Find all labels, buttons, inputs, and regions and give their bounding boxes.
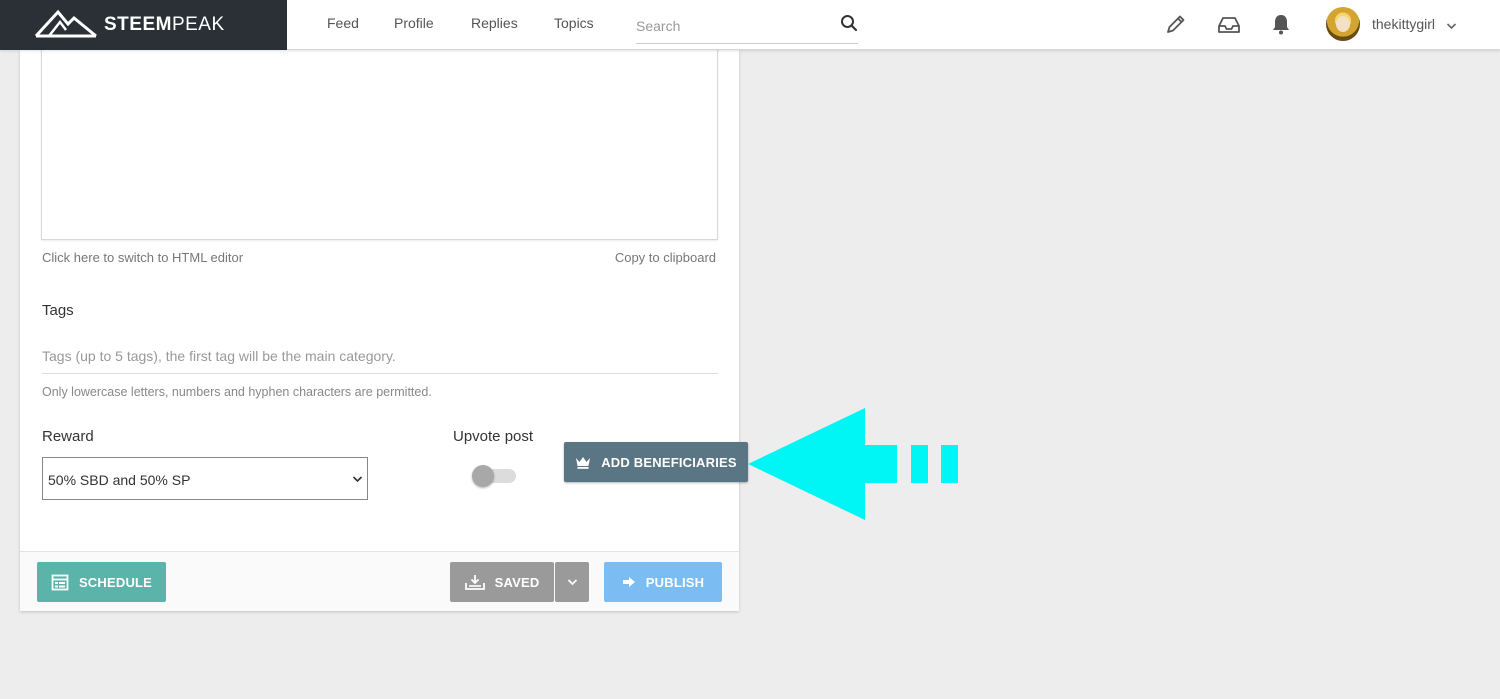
download-tray-icon [464,574,485,590]
search-icon[interactable] [840,14,858,37]
copy-to-clipboard-link[interactable]: Copy to clipboard [615,250,716,265]
calendar-icon [51,573,69,591]
annotation-arrow-icon [748,408,958,520]
avatar[interactable] [1326,7,1360,41]
search-input[interactable] [636,16,826,36]
pencil-icon[interactable] [1165,13,1187,40]
inbox-icon[interactable] [1217,15,1241,40]
arrow-right-icon [622,576,636,588]
publish-button[interactable]: PUBLISH [604,562,722,602]
post-editor-card: Click here to switch to HTML editor Copy… [20,48,748,611]
top-bar: STEEMPEAK Feed Profile Replies Topics th… [0,0,1500,50]
username[interactable]: thekittygirl [1372,16,1435,32]
reward-label: Reward [42,428,94,445]
saved-options-button[interactable] [555,562,589,602]
search-box [636,8,858,44]
brand-logo[interactable]: STEEMPEAK [0,0,287,50]
tags-label: Tags [42,302,74,319]
editor-footer: SCHEDULE SAVED PUBLISH [20,551,739,611]
chevron-down-icon [567,579,577,586]
nav-topics[interactable]: Topics [554,15,594,31]
nav-replies[interactable]: Replies [471,15,518,31]
nav-feed[interactable]: Feed [327,15,359,31]
tags-input[interactable] [42,338,718,374]
chevron-down-icon[interactable] [1446,17,1457,35]
nav-profile[interactable]: Profile [394,15,434,31]
reward-select[interactable]: 50% SBD and 50% SP [42,457,368,500]
tags-hint: Only lowercase letters, numbers and hyph… [42,385,432,399]
schedule-button[interactable]: SCHEDULE [37,562,166,602]
switch-html-editor-link[interactable]: Click here to switch to HTML editor [42,250,243,265]
crown-icon [575,455,591,469]
brand-name: STEEMPEAK [104,14,225,35]
saved-button[interactable]: SAVED [450,562,554,602]
reward-selected-value: 50% SBD and 50% SP [48,472,191,488]
mountain-logo-icon [34,9,97,38]
upvote-post-toggle[interactable] [472,465,516,487]
bell-icon[interactable] [1271,13,1291,40]
upvote-post-label: Upvote post [453,428,534,445]
add-beneficiaries-button[interactable]: ADD BENEFICIARIES [564,442,748,482]
chevron-down-icon [352,476,363,483]
post-body-editor[interactable] [41,48,718,240]
